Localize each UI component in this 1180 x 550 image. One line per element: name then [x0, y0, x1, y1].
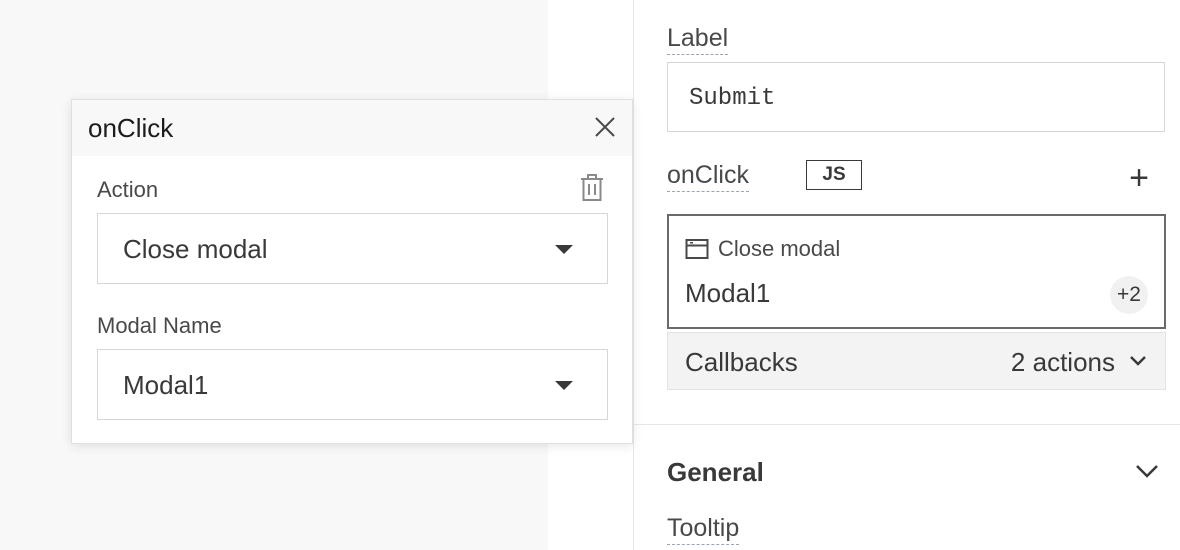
- extra-actions-badge: +2: [1110, 276, 1148, 314]
- property-pane: Label Submit onClick JS + Close modal Mo…: [633, 0, 1180, 550]
- caret-down-icon: [555, 245, 573, 254]
- add-action-button[interactable]: +: [1124, 160, 1154, 196]
- action-card[interactable]: Close modal Modal1 +2: [667, 214, 1166, 329]
- caret-down-icon: [555, 381, 573, 390]
- popup-header: onClick: [72, 100, 632, 156]
- js-toggle-button[interactable]: JS: [806, 160, 862, 190]
- window-icon: [685, 239, 709, 259]
- modal-name-field-label: Modal Name: [97, 313, 222, 338]
- modal-name-select[interactable]: Modal1: [97, 349, 608, 420]
- action-field-label: Action: [97, 177, 159, 202]
- label-input[interactable]: Submit: [667, 62, 1165, 132]
- popup-title: onClick: [88, 113, 174, 143]
- modal-name-select-value: Modal1: [123, 370, 209, 400]
- tooltip-property-title: Tooltip: [667, 514, 740, 545]
- trash-icon[interactable]: [579, 174, 605, 202]
- section-divider: [634, 424, 1180, 425]
- action-type-text: Close modal: [718, 236, 841, 261]
- action-select-value: Close modal: [123, 234, 268, 264]
- action-select[interactable]: Close modal: [97, 213, 608, 284]
- action-popup: onClick Action Close modal Modal Name Mo…: [71, 99, 633, 444]
- onclick-property-title: onClick: [667, 161, 749, 192]
- label-property-title: Label: [667, 24, 729, 55]
- callbacks-title: Callbacks: [685, 347, 798, 377]
- general-section-title[interactable]: General: [667, 457, 764, 488]
- action-modal-name: Modal1: [685, 278, 771, 308]
- chevron-down-icon[interactable]: [1134, 458, 1160, 484]
- callbacks-count: 2 actions: [1010, 347, 1115, 377]
- close-icon[interactable]: [594, 116, 616, 138]
- plus-icon: +: [1129, 159, 1149, 197]
- callbacks-row[interactable]: Callbacks 2 actions: [667, 332, 1166, 390]
- chevron-down-icon: [1130, 356, 1146, 366]
